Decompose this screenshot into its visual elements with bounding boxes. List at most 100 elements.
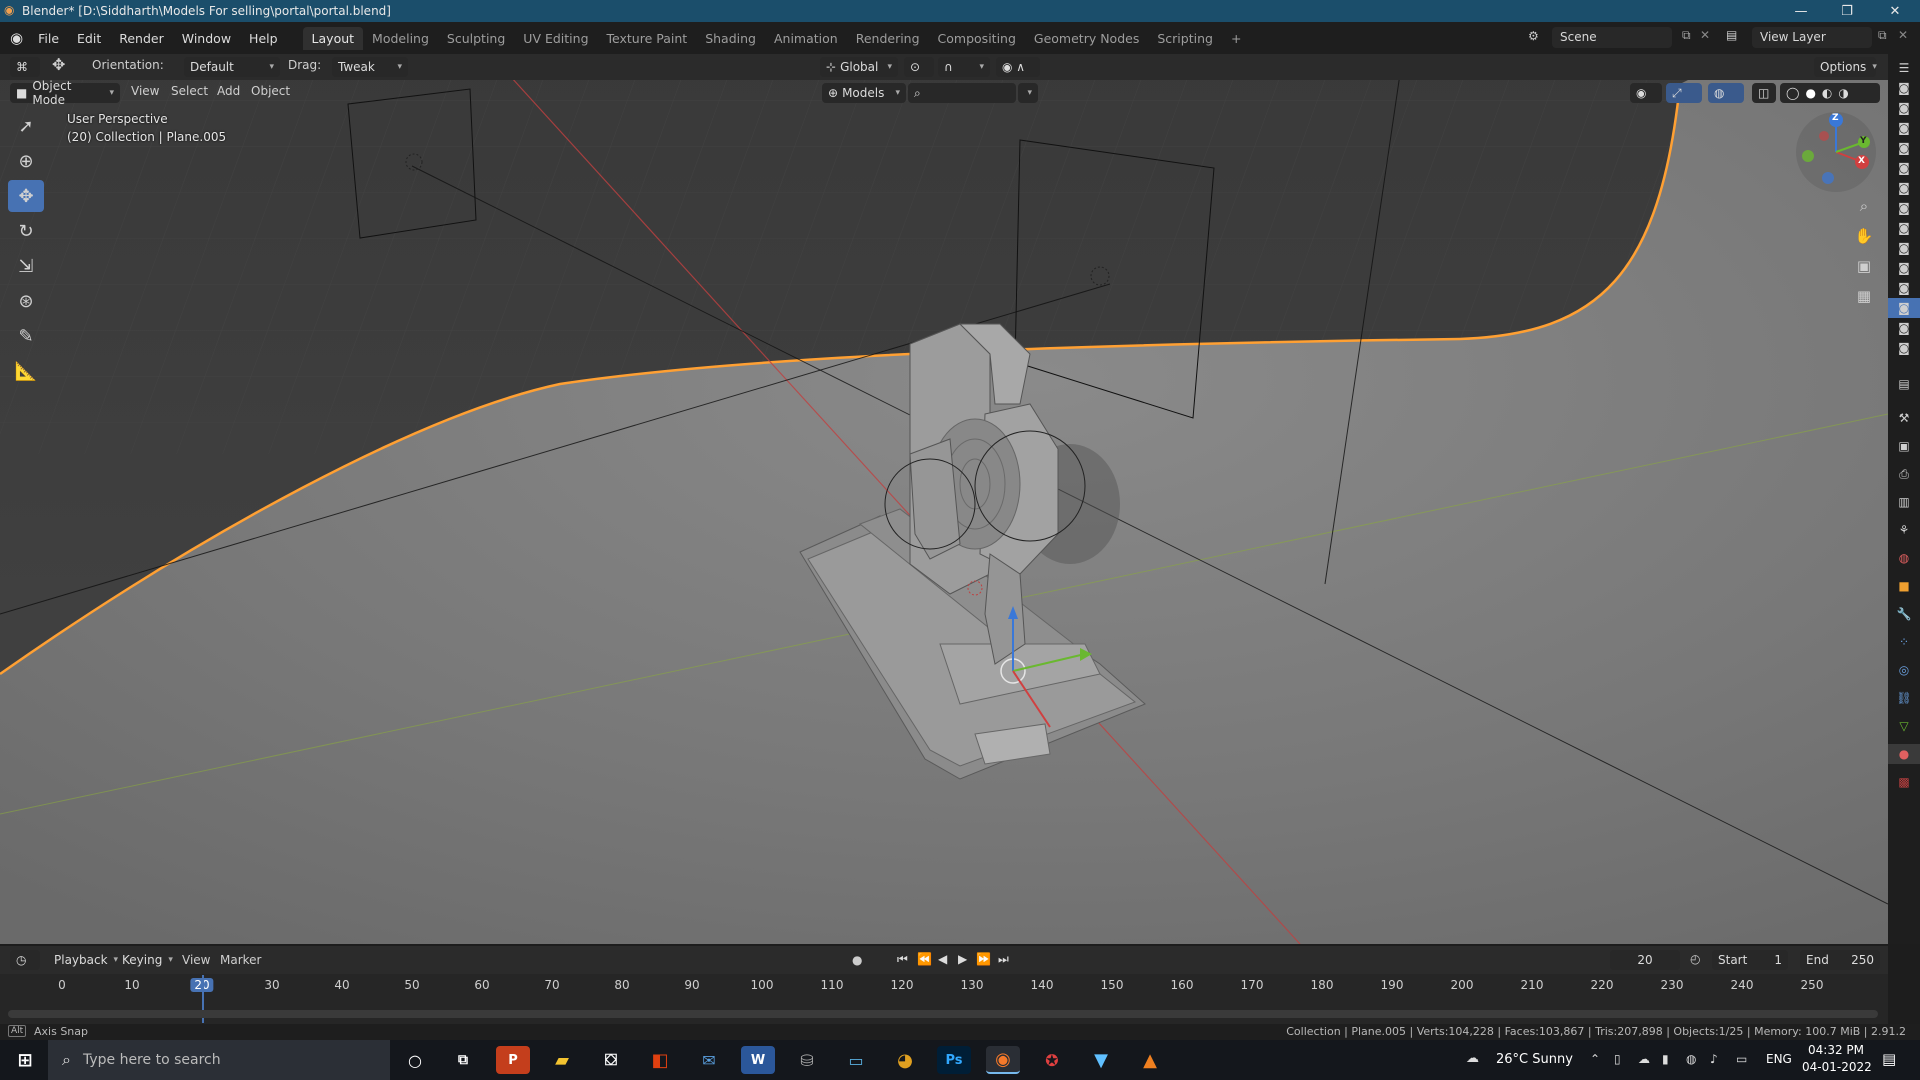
timeline-editor-type-button[interactable]: ◷	[10, 950, 40, 970]
cloud-icon[interactable]: ☁	[1638, 1052, 1650, 1066]
camera-visibility-icon[interactable]: ◙	[1888, 118, 1920, 138]
next-keyframe-icon[interactable]: ⏩	[976, 952, 991, 966]
rendered-shading-icon[interactable]: ◑	[1838, 86, 1848, 100]
timeline-marker-menu[interactable]: Marker	[220, 953, 261, 967]
annotate-tool[interactable]: ✎	[8, 320, 44, 352]
view-layer-properties-icon[interactable]: ▥	[1888, 492, 1920, 512]
perspective-toggle-button[interactable]: ▦	[1850, 282, 1878, 310]
new-view-layer-icon[interactable]: ⧉	[1878, 28, 1887, 43]
delete-view-layer-icon[interactable]: ✕	[1898, 28, 1908, 42]
task-view-icon[interactable]: ⧉	[446, 1046, 480, 1074]
powerpoint-icon[interactable]: P	[496, 1046, 530, 1074]
modifier-properties-icon[interactable]: 🔧	[1888, 604, 1920, 624]
menu-render[interactable]: Render	[110, 31, 173, 46]
menu-edit[interactable]: Edit	[68, 31, 110, 46]
measure-tool[interactable]: 📐	[8, 355, 44, 387]
menu-view[interactable]: View	[131, 84, 159, 98]
new-scene-icon[interactable]: ⧉	[1682, 28, 1691, 43]
texture-properties-icon[interactable]: ▩	[1888, 772, 1920, 792]
camera-visibility-icon[interactable]: ◙	[1888, 278, 1920, 298]
overlay-toggle[interactable]: ◍	[1708, 83, 1744, 103]
camera-visibility-icon[interactable]: ◙	[1888, 98, 1920, 118]
weather-text[interactable]: 26°C Sunny	[1496, 1052, 1573, 1067]
tab-compositing[interactable]: Compositing	[929, 27, 1025, 50]
scale-tool[interactable]: ⇲	[8, 250, 44, 282]
file-explorer-icon[interactable]: ▰	[545, 1046, 579, 1074]
office-icon[interactable]: ◧	[643, 1046, 677, 1074]
mode-dropdown[interactable]: ■ Object Mode ▾	[10, 79, 120, 107]
drag-dropdown[interactable]: Tweak ▾	[332, 57, 408, 77]
camera-visibility-icon[interactable]: ◙	[1888, 258, 1920, 278]
end-frame-field[interactable]: End 250	[1800, 950, 1880, 970]
blender-taskbar-icon[interactable]: ◉	[986, 1046, 1020, 1074]
delete-scene-icon[interactable]: ✕	[1700, 28, 1710, 42]
view-layer-selector[interactable]: View Layer	[1752, 27, 1872, 48]
proportional-edit-button[interactable]: ◉ ∧	[996, 57, 1040, 77]
store-icon[interactable]: ⛋	[594, 1046, 628, 1074]
start-frame-field[interactable]: Start 1	[1712, 950, 1788, 970]
camera-visibility-icon[interactable]: ◙	[1888, 198, 1920, 218]
shading-mode-buttons[interactable]: ◯ ● ◐ ◑	[1780, 83, 1880, 103]
minimize-button[interactable]: —	[1778, 0, 1824, 22]
cortana-icon[interactable]: ○	[398, 1046, 432, 1074]
timeline-scrollbar[interactable]	[8, 1010, 1878, 1018]
camera-visibility-icon[interactable]: ◙	[1888, 218, 1920, 238]
app-icon[interactable]: ▭	[839, 1046, 873, 1074]
close-button[interactable]: ✕	[1872, 0, 1918, 22]
rotate-tool[interactable]: ↻	[8, 215, 44, 247]
network-icon[interactable]: ◍	[1686, 1052, 1696, 1066]
tab-scripting[interactable]: Scripting	[1148, 27, 1222, 50]
select-box-tool[interactable]: ➚	[8, 110, 44, 142]
windows-start-button[interactable]: ⊞	[6, 1046, 44, 1074]
constraints-properties-icon[interactable]: ⛓	[1888, 688, 1920, 708]
material-properties-icon[interactable]: ●	[1888, 744, 1920, 764]
volume-icon[interactable]: ♪	[1710, 1052, 1718, 1066]
keyboard-icon[interactable]: ▭	[1736, 1052, 1747, 1066]
options-dropdown[interactable]: Options ▾	[1814, 57, 1877, 77]
blender-menu-icon[interactable]: ◉	[10, 29, 23, 47]
scene-selector[interactable]: Scene	[1552, 27, 1672, 48]
menu-select[interactable]: Select	[171, 84, 208, 98]
properties-editor-icon[interactable]: ▤	[1888, 374, 1920, 394]
auto-keying-icon[interactable]: ●	[852, 953, 862, 967]
timeline-view-menu[interactable]: View	[182, 953, 210, 967]
jump-end-icon[interactable]: ⏭	[998, 952, 1009, 967]
app-icon[interactable]: ▼	[1084, 1046, 1118, 1074]
menu-window[interactable]: Window	[173, 31, 240, 46]
cursor-tool[interactable]: ⊕	[8, 145, 44, 177]
scene-properties-icon[interactable]: ⚘	[1888, 520, 1920, 540]
filter-button[interactable]: ▾	[1018, 83, 1038, 103]
add-workspace-button[interactable]: +	[1222, 27, 1250, 50]
tool-properties-icon[interactable]: ⚒	[1888, 408, 1920, 428]
battery-icon[interactable]: ▮	[1662, 1052, 1669, 1066]
tab-uv-editing[interactable]: UV Editing	[514, 27, 597, 50]
editor-type-button[interactable]: ⌘	[10, 57, 40, 77]
3d-viewport[interactable]: ⌘ ✥ Orientation: Default ▾ Drag: Tweak ▾ ⊹…	[0, 54, 1888, 944]
jump-start-icon[interactable]: ⏮	[897, 952, 908, 967]
menu-add[interactable]: Add	[217, 84, 240, 98]
camera-visibility-icon[interactable]: ◙	[1888, 138, 1920, 158]
scene-icon[interactable]: ⚙	[1528, 29, 1539, 43]
tab-layout[interactable]: Layout	[302, 26, 364, 50]
pan-view-button[interactable]: ✋	[1850, 222, 1878, 250]
tab-texture-paint[interactable]: Texture Paint	[598, 27, 697, 50]
tab-modeling[interactable]: Modeling	[363, 27, 438, 50]
tab-sculpting[interactable]: Sculpting	[438, 27, 514, 50]
render-properties-icon[interactable]: ▣	[1888, 436, 1920, 456]
playback-menu[interactable]: Playback ▾	[48, 950, 118, 970]
camera-view-button[interactable]: ▣	[1850, 252, 1878, 280]
tray-icon[interactable]: ▯	[1614, 1052, 1621, 1066]
tab-shading[interactable]: Shading	[696, 27, 765, 50]
stopwatch-icon[interactable]: ◴	[1690, 952, 1700, 966]
xray-toggle[interactable]: ◫	[1752, 83, 1776, 103]
timeline-area[interactable]: 0102030405060708090100110120130140150160…	[0, 974, 1888, 1024]
prev-keyframe-icon[interactable]: ⏪	[917, 952, 932, 966]
camera-visibility-icon[interactable]: ◙	[1888, 78, 1920, 98]
wireframe-shading-icon[interactable]: ◯	[1786, 86, 1799, 100]
keying-menu[interactable]: Keying ▾	[116, 950, 173, 970]
play-reverse-icon[interactable]: ◀	[938, 952, 947, 966]
object-properties-icon[interactable]: ■	[1888, 576, 1920, 596]
menu-file[interactable]: File	[29, 31, 68, 46]
chevron-up-icon[interactable]: ⌃	[1590, 1052, 1600, 1066]
vlc-icon[interactable]: ▲	[1133, 1046, 1167, 1074]
